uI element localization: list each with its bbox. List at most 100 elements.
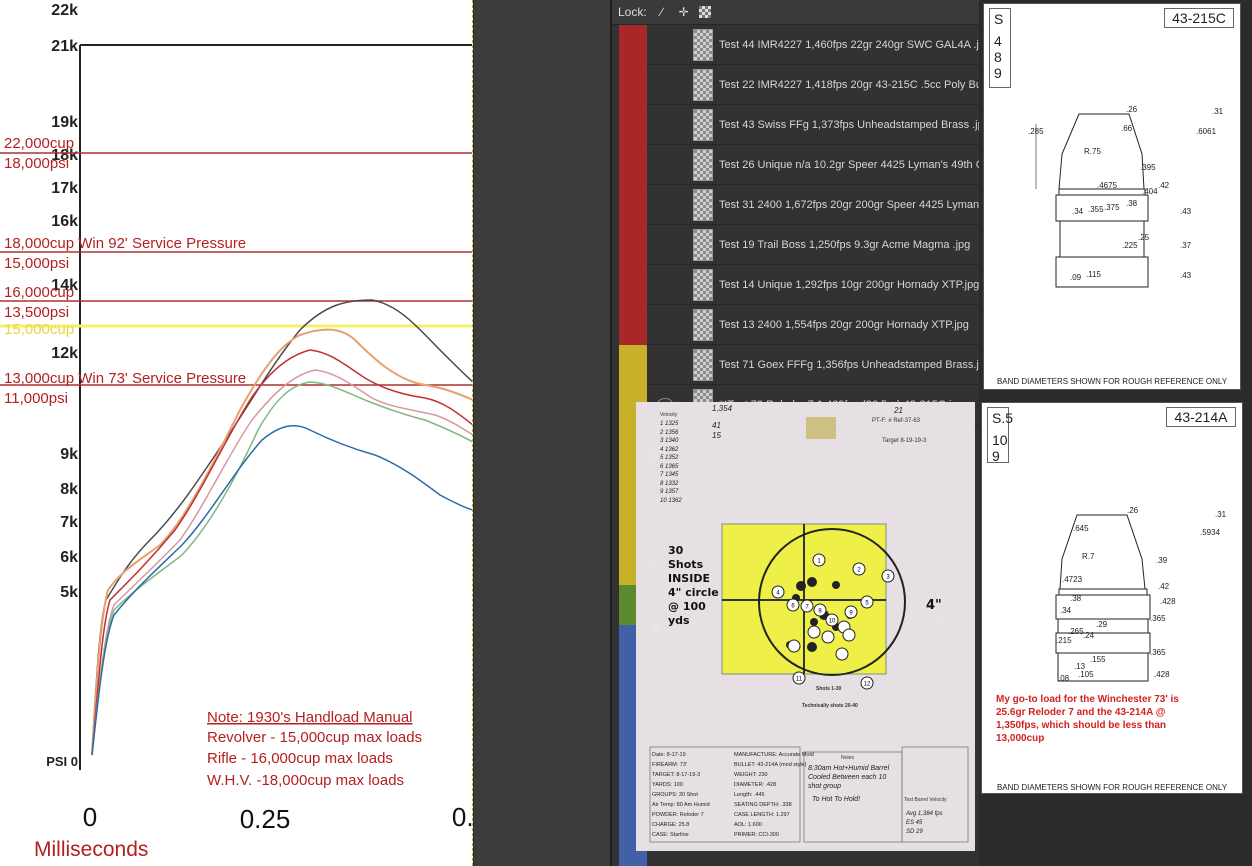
lock-brush-icon[interactable]: ∕ [655,5,669,19]
pt-label: PT-F: # Ref-37-63 [872,418,921,424]
dimension-label: .42 [1158,181,1170,190]
layer-row[interactable]: Test 31 2400 1,672fps 20gr 200gr Speer 4… [647,185,979,225]
dimension-label: .285 [1028,127,1044,136]
y-tick: 7k [60,514,78,531]
dimension-label: .38 [1126,199,1138,208]
form-line: 10 1362 [660,497,682,504]
layer-row[interactable]: Test 13 2400 1,554fps 20gr 200gr Hornady… [647,305,979,345]
es-value: 41 [712,421,721,430]
layer-thumbnail [693,228,713,261]
y-tick: 9k [60,446,78,463]
reference-label: 18,000psi [4,155,69,172]
dimension-label: .355 [1088,205,1104,214]
dimension-label: .215 [1056,636,1072,645]
dimension-label: .395 [1140,163,1156,172]
dimension-label: .43 [1180,207,1192,216]
lock-transparency-icon[interactable] [698,6,711,18]
shot-number: 10 [829,619,836,625]
avg-value: 1,354 [712,404,733,413]
layer-row[interactable]: Test 26 Unique n/a 10.2gr Speer 4425 Lym… [647,145,979,185]
dimension-label: .404 [1142,187,1158,196]
dimension-label: .43 [1180,271,1192,280]
y-tick: 21k [51,38,78,55]
layer-row[interactable]: Test 43 Swiss FFg 1,373fps Unheadstamped… [647,105,979,145]
dimension-label: .155 [1090,655,1106,664]
form-line: Avg 1,384 fps [906,811,943,817]
layer-name: Test 43 Swiss FFg 1,373fps Unheadstamped… [719,118,979,131]
layer-thumbnail [693,148,713,181]
bullet-card-43-214A: S.5 10 9 43-214A .26 .31 .645 .5934 R.7 .39 .4… [981,402,1243,794]
form-line: AOL: 1.600 [734,822,762,828]
dimension-label: .34 [1072,207,1084,216]
dimension-label: .66 [1121,124,1133,133]
layer-row[interactable]: Test 44 IMR4227 1,460fps 22gr 240gr SWC … [647,25,979,65]
dimension-label: .34 [1060,606,1072,615]
reference-label: 13,500psi [4,304,69,321]
y-tick: 6k [60,549,78,566]
form-line: MANUFACTURE: Accurate Mold [734,752,814,758]
dimension-label: .24 [1083,631,1095,640]
form-line: PRIMER: CCI-300 [734,832,779,838]
form-line: Length: .445 [734,792,765,798]
dimension-label: .42 [1158,582,1170,591]
card-code: 43-215C [1164,8,1234,28]
shots-caption: Shots 1-30 [816,686,842,692]
layer-row[interactable]: Test 19 Trail Boss 1,250fps 9.3gr Acme M… [647,225,979,265]
dimension-label: .6061 [1196,127,1217,136]
y-tick: 5k [60,584,78,601]
form-line: BULLET: 43-214A (mod style) [734,762,807,768]
load-form-left: Date: 8-17-19 FIREARM: 73' TARGET: 8-17-19… [652,750,710,840]
layer-thumbnail [693,188,713,221]
reference-label: 13,000cup Win 73' Service Pressure [4,370,246,387]
y-tick: 12k [51,345,78,362]
form-line: YARDS: 100 [652,782,683,788]
dimension-label: .39 [1156,556,1168,565]
form-line: CHARGE: 25.8 [652,822,690,828]
dimension-label: .31 [1212,107,1224,116]
form-line: WEIGHT: 230 [734,772,768,778]
layer-row[interactable]: Test 22 IMR4227 1,418fps 20gr 43-215C .5… [647,65,979,105]
form-line: ES 45 [906,820,923,826]
layer-row[interactable]: Test 14 Unique 1,292fps 10gr 200gr Horna… [647,265,979,305]
form-line: SD 29 [906,829,923,835]
reference-label: 11,000psi [4,390,68,407]
bullet-drawing: .26 .31 .285 .66 .6061 R.75 .395 .4675 .42.404 .3… [1028,105,1224,288]
shots-caption-2: Technically shots 20-40 [802,703,858,709]
layer-thumbnail [693,308,713,341]
layer-row[interactable]: Test 71 Goex FFFg 1,356fps Unheadstamped… [647,345,979,385]
form-line: 7 1345 [660,472,679,478]
dimension-label: .105 [1078,670,1094,679]
pressure-curve [91,299,472,756]
screenshot-root: 22k 21k 19k 18k 17k 16k 14k 12k 9k 8k 7k… [0,0,1252,866]
x-tick: 0.25 [240,804,291,834]
form-line: 6 1365 [660,463,679,470]
layer-name: Test 31 2400 1,672fps 20gr 200gr Speer 4… [719,198,979,211]
card-footer: BAND DIAMETERS SHOWN FOR ROUGH REFERENCE… [996,377,1228,386]
form-line: Air Temp: 80 Am Humid [652,802,710,808]
pressure-curve [91,424,472,756]
dimension-label: .5934 [1200,528,1221,537]
velocity-box-title: Test Barrel Velocity [904,797,947,803]
x-axis-label: Milliseconds [34,838,148,861]
pressure-chart: 22k 21k 19k 18k 17k 16k 14k 12k 9k 8k 7k… [0,2,472,861]
velocity-header: Velocity [660,412,678,418]
load-note: My go-to load for the Winchester 73' is … [996,694,1179,744]
layer-thumbnail [693,28,713,61]
y-tick: 22k [51,2,78,19]
layer-name: Test 22 IMR4227 1,418fps 20gr 43-215C .5… [719,78,979,91]
lock-move-icon[interactable]: ✛ [677,5,691,19]
reference-label: 16,000cup [4,284,74,301]
target-number: 21 [894,406,903,415]
reference-label: 18,000cup Win 92' Service Pressure [4,235,246,252]
y-tick: 8k [60,481,78,498]
card-digit: 8 [994,49,1002,65]
card-code: 43-214A [1166,407,1236,427]
shot-number: 11 [796,677,803,683]
y-tick: 17k [51,180,78,197]
note-title: Note: 1930's Handload Manual [207,709,413,726]
circle-size-label: 4" [926,598,942,613]
layer-thumbnail [693,348,713,381]
form-line: 2 1356 [660,429,679,436]
note-line: Revolver - 15,000cup max loads [207,729,422,746]
dimension-label: .428 [1154,670,1170,679]
